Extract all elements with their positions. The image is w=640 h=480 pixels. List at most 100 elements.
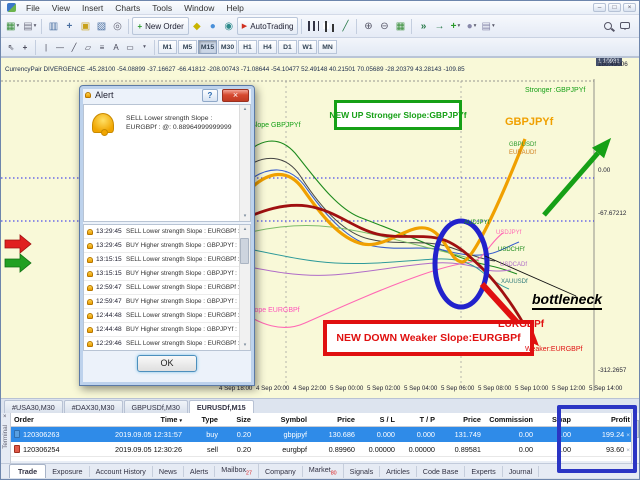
tab-exposure[interactable]: Exposure [46, 466, 89, 477]
help-icon[interactable]: ? [202, 89, 218, 102]
tab-trade[interactable]: Trade [9, 464, 46, 478]
chat-icon[interactable] [620, 22, 630, 29]
vline-tool-button[interactable]: | [39, 40, 53, 54]
menu-help[interactable]: Help [220, 3, 249, 13]
tab-company[interactable]: Company [259, 466, 303, 477]
col-tp[interactable]: T / P [398, 413, 438, 426]
timeframe-h4[interactable]: H4 [258, 40, 277, 54]
terminal-button[interactable]: ▧ [93, 17, 109, 35]
order-row-selected[interactable]: 120306263 2019.09.05 12:31:57 buy 0.20 g… [11, 427, 631, 442]
alert-item[interactable]: 12:29:46SELL Lower strength Slope : EURG… [84, 337, 250, 351]
timeframe-m1[interactable]: M1 [158, 40, 177, 54]
alert-item[interactable]: 12:59:47SELL Lower strength Slope : EURG… [84, 281, 250, 295]
tab-news[interactable]: News [153, 466, 184, 477]
alert-item[interactable]: 12:44:48SELL Lower strength Slope : EURG… [84, 309, 250, 323]
menu-insert[interactable]: Insert [76, 3, 109, 13]
alert-item[interactable]: 13:29:45BUY Higher strength Slope : GBPJ… [84, 239, 250, 253]
new-chart-button[interactable]: ▦▾ [4, 17, 21, 35]
alert-item[interactable]: 12:59:47BUY Higher strength Slope : GBPJ… [84, 295, 250, 309]
chart-tab-dax30[interactable]: #DAX30,M30 [64, 400, 123, 413]
scroll-down-icon[interactable]: ▾ [244, 341, 247, 350]
minimize-icon[interactable]: – [593, 3, 606, 12]
scroll-up-icon[interactable]: ▴ [244, 105, 247, 114]
ok-button[interactable]: OK [137, 355, 197, 372]
chart-shift-button[interactable]: → [431, 17, 447, 35]
label-tool-button[interactable]: ▭ [123, 40, 137, 54]
scrollbar-thumb[interactable] [240, 238, 249, 264]
tab-experts[interactable]: Experts [465, 466, 502, 477]
community-button[interactable]: ● [205, 17, 221, 35]
col-price-open[interactable]: Price [310, 413, 358, 426]
zoom-out-button[interactable]: ⊖ [376, 17, 392, 35]
shapes-tool-button[interactable]: ▾ [137, 40, 151, 54]
timeframe-h1[interactable]: H1 [238, 40, 257, 54]
profiles-button[interactable]: ▤▾ [21, 17, 38, 35]
col-time[interactable]: Time ▾ [83, 413, 185, 426]
alert-item[interactable]: 13:29:45SELL Lower strength Slope : EURG… [84, 225, 250, 239]
menu-charts[interactable]: Charts [109, 3, 146, 13]
tab-signals[interactable]: Signals [344, 466, 381, 477]
auto-scroll-button[interactable]: » [415, 17, 431, 35]
candlestick-button[interactable] [321, 17, 337, 35]
terminal-close-icon[interactable]: × [3, 414, 7, 420]
scroll-down-icon[interactable]: ▾ [244, 212, 247, 221]
timeframe-w1[interactable]: W1 [298, 40, 317, 54]
menu-tools[interactable]: Tools [146, 3, 178, 13]
channel-tool-button[interactable]: ▱ [81, 40, 95, 54]
hline-tool-button[interactable]: — [53, 40, 67, 54]
alert-title-bar[interactable]: Alert ? × [80, 86, 254, 104]
close-icon[interactable]: × [623, 3, 636, 12]
col-price-current[interactable]: Price [438, 413, 484, 426]
autotrading-button[interactable]: ▶AutoTrading [237, 17, 299, 35]
periods-button[interactable]: ●▾ [463, 17, 479, 35]
scroll-up-icon[interactable]: ▴ [244, 225, 247, 234]
timeframe-mn[interactable]: MN [318, 40, 337, 54]
col-symbol[interactable]: Symbol [254, 413, 310, 426]
tab-journal[interactable]: Journal [503, 466, 540, 477]
col-size[interactable]: Size [221, 413, 254, 426]
market-watch-button[interactable]: ▥ [45, 17, 61, 35]
col-order[interactable]: Order [11, 413, 83, 426]
alert-list[interactable]: 13:29:45SELL Lower strength Slope : EURG… [83, 224, 251, 351]
trendline-tool-button[interactable]: ╱ [67, 40, 81, 54]
menu-file[interactable]: File [20, 3, 46, 13]
data-window-button[interactable]: + [61, 17, 77, 35]
timeframe-d1[interactable]: D1 [278, 40, 297, 54]
chart-tab-usa30[interactable]: #USA30,M30 [4, 400, 63, 413]
col-sl[interactable]: S / L [358, 413, 398, 426]
menu-window[interactable]: Window [178, 3, 220, 13]
timeframe-m5[interactable]: M5 [178, 40, 197, 54]
alert-item[interactable]: 13:15:15SELL Lower strength Slope : EURG… [84, 253, 250, 267]
crosshair-tool-button[interactable]: + [18, 40, 32, 54]
line-chart-button[interactable]: ╱ [337, 17, 353, 35]
tab-account-history[interactable]: Account History [90, 466, 153, 477]
col-type[interactable]: Type [185, 413, 221, 426]
search-icon[interactable] [604, 22, 612, 30]
chart-tab-eurusdf[interactable]: EURUSDf,M15 [189, 400, 254, 413]
strategy-tester-button[interactable]: ◎ [109, 17, 125, 35]
alert-item[interactable]: 12:44:48BUY Higher strength Slope : GBPJ… [84, 323, 250, 337]
col-commission[interactable]: Commission [484, 413, 536, 426]
timeframe-m15[interactable]: M15 [198, 40, 217, 54]
web-button[interactable]: ◉ [221, 17, 237, 35]
zoom-in-button[interactable]: ⊕ [360, 17, 376, 35]
alert-item[interactable]: 13:15:15BUY Higher strength Slope : GBPJ… [84, 267, 250, 281]
templates-button[interactable]: ▤▾ [479, 17, 496, 35]
close-icon[interactable]: × [222, 89, 249, 102]
navigator-button[interactable]: ▣ [77, 17, 93, 35]
tab-code-base[interactable]: Code Base [417, 466, 466, 477]
tile-windows-button[interactable]: ▦ [392, 17, 408, 35]
menu-view[interactable]: View [46, 3, 76, 13]
pointer-tool-button[interactable]: ⇖ [4, 40, 18, 54]
tab-mailbox[interactable]: Mailbox27 [215, 464, 259, 477]
new-order-button[interactable]: +New Order [132, 17, 188, 35]
tab-articles[interactable]: Articles [380, 466, 417, 477]
tab-market[interactable]: Market80 [303, 464, 344, 477]
order-row[interactable]: 120306254 2019.09.05 12:30:26 sell 0.20 … [11, 442, 631, 457]
timeframe-m30[interactable]: M30 [218, 40, 237, 54]
metaeditor-button[interactable]: ◆ [189, 17, 205, 35]
message-scrollbar[interactable]: ▴ ▾ [239, 105, 250, 221]
restore-icon[interactable]: □ [608, 3, 621, 12]
chart-tab-gbpusdf[interactable]: GBPUSDf,M30 [124, 400, 188, 413]
fibonacci-tool-button[interactable]: ≡ [95, 40, 109, 54]
